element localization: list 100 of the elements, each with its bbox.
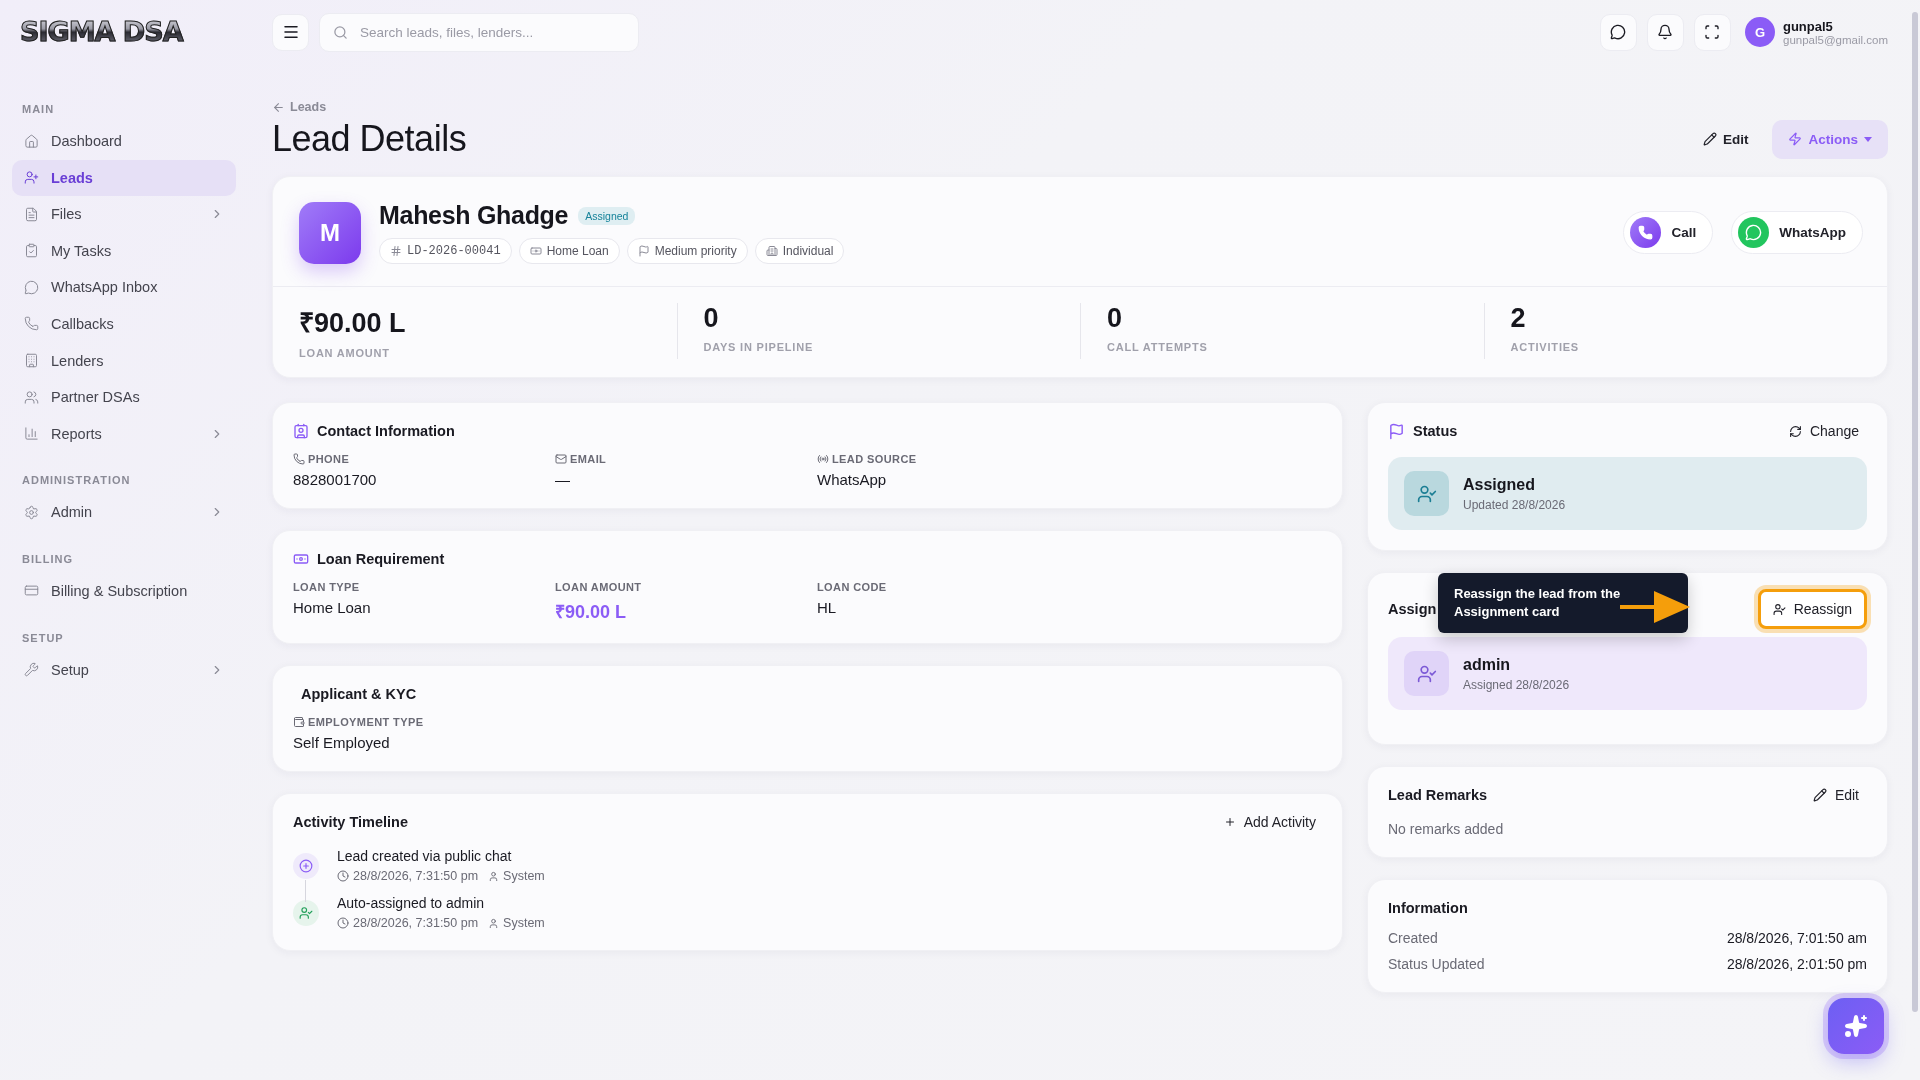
- section-title: MAIN: [21, 103, 56, 115]
- sidebar-item[interactable]: Reports: [12, 415, 236, 452]
- sidebar-item[interactable]: Dashboard: [12, 123, 236, 159]
- card-title: Assign: [1388, 601, 1437, 617]
- phone-icon: [293, 453, 305, 465]
- notifications-button[interactable]: [1647, 13, 1684, 51]
- sparkles-icon: [1844, 1014, 1868, 1038]
- card-title: Lead Remarks: [1388, 787, 1488, 803]
- field-label: LOAN AMOUNT: [555, 581, 642, 593]
- building-icon: [24, 353, 39, 369]
- lead-tag: Home Loan: [518, 238, 620, 264]
- user-check-icon: [1404, 651, 1449, 696]
- card-title: Contact Information: [317, 423, 455, 439]
- flag-icon: [637, 245, 650, 257]
- lead-tag: Individual: [754, 238, 845, 264]
- field-label: EMAIL: [570, 453, 607, 465]
- lead-tag: Medium priority: [626, 238, 748, 264]
- user-avatar: G: [1745, 17, 1775, 47]
- menu-button[interactable]: [272, 13, 309, 51]
- sidebar-item[interactable]: Billing & Subscription: [12, 572, 236, 609]
- card-title: Loan Requirement: [317, 551, 445, 567]
- bell-icon: [1657, 24, 1674, 40]
- activity-actor: System: [503, 916, 545, 930]
- arrow-left-icon: [272, 100, 285, 114]
- chat-icon: [1610, 24, 1627, 40]
- field-label: PHONE: [308, 453, 350, 465]
- call-button[interactable]: Call: [1623, 211, 1714, 254]
- user-name: gunpal5: [1783, 18, 1834, 34]
- stat-value: ₹90.00 L: [299, 307, 406, 340]
- stat-label: ACTIVITIES: [1510, 341, 1579, 353]
- clipboard-icon: [24, 243, 39, 259]
- sidebar-item[interactable]: Files: [12, 196, 236, 233]
- activity-time: 28/8/2026, 7:31:50 pm: [353, 916, 479, 930]
- sidebar-item[interactable]: Setup: [12, 651, 236, 688]
- sidebar-item[interactable]: Admin: [12, 494, 236, 531]
- assistant-button[interactable]: [1828, 998, 1884, 1054]
- user-icon: [488, 917, 500, 929]
- chat-button[interactable]: [1600, 13, 1637, 51]
- card-title: Activity Timeline: [293, 814, 408, 830]
- edit-button[interactable]: Edit: [1804, 783, 1867, 807]
- sidebar-item[interactable]: Partner DSAs: [12, 379, 236, 416]
- user-email: gunpal5@gmail.com: [1783, 33, 1888, 46]
- activity-actor: System: [503, 869, 545, 883]
- search-field[interactable]: Search leads, files, lenders...: [319, 12, 639, 52]
- info-label: Status Updated: [1388, 956, 1485, 972]
- info-value: 28/8/2026, 7:01:50 am: [1726, 930, 1867, 946]
- field-value: WhatsApp: [817, 471, 888, 488]
- home-icon: [24, 133, 39, 149]
- pencil-icon: [1703, 132, 1717, 146]
- assigned-date: Assigned 28/8/2026: [1463, 677, 1570, 692]
- info-value: 28/8/2026, 2:01:50 pm: [1726, 956, 1867, 972]
- clock-icon: [337, 870, 349, 882]
- field-value: Self Employed: [293, 734, 391, 751]
- section-title: BILLING: [21, 552, 74, 565]
- whatsapp-button[interactable]: WhatsApp: [1731, 211, 1863, 254]
- phone-icon: [1630, 217, 1662, 248]
- assignee-name: admin: [1463, 655, 1512, 674]
- user-check-icon: [1772, 602, 1786, 616]
- bar-chart-icon: [24, 426, 39, 442]
- fullscreen-button[interactable]: [1694, 13, 1731, 51]
- credit-card-icon: [24, 583, 39, 599]
- building-icon: [765, 245, 778, 257]
- contact-icon: [293, 423, 309, 439]
- sidebar-item[interactable]: My Tasks: [12, 232, 236, 269]
- field-value: —: [555, 471, 571, 488]
- clock-icon: [337, 917, 349, 929]
- flag-icon: [1388, 422, 1405, 440]
- remarks-text: No remarks added: [1388, 821, 1505, 837]
- add-activity-button[interactable]: Add Activity: [1217, 813, 1322, 831]
- mail-icon: [555, 453, 567, 465]
- lead-tag: LD-2026-00041: [379, 238, 512, 264]
- banknote-icon: [293, 551, 309, 567]
- edit-button[interactable]: Edit: [1689, 120, 1763, 158]
- card-title: Status: [1413, 423, 1458, 439]
- status-updated: Updated 28/8/2026: [1463, 497, 1566, 512]
- stat-label: LOAN AMOUNT: [299, 347, 390, 359]
- user-plus-icon: [24, 170, 39, 186]
- chat-icon: [24, 279, 39, 295]
- sidebar-item[interactable]: Callbacks: [12, 305, 236, 342]
- refresh-icon: [1788, 424, 1802, 438]
- sidebar-item[interactable]: Leads: [12, 159, 236, 196]
- field-value: 8828001700: [293, 471, 378, 488]
- field-label: LEAD SOURCE: [832, 453, 917, 465]
- card-title: Information: [1388, 900, 1468, 916]
- phone-icon: [24, 316, 39, 332]
- card-title: Applicant & KYC: [301, 686, 417, 702]
- stat-value: 2: [1510, 303, 1526, 334]
- reassign-button[interactable]: Reassign: [1757, 589, 1867, 629]
- lightning-icon: [1788, 132, 1803, 146]
- lead-avatar: M: [299, 201, 361, 264]
- activity-time: 28/8/2026, 7:31:50 pm: [353, 869, 479, 883]
- wrench-icon: [24, 662, 39, 678]
- settings-icon: [24, 504, 39, 520]
- stat-value: 0: [703, 303, 719, 334]
- banknote-icon: [529, 245, 542, 257]
- sidebar-item[interactable]: WhatsApp Inbox: [12, 269, 236, 306]
- section-title: SETUP: [21, 631, 65, 644]
- change-button[interactable]: Change: [1780, 419, 1867, 443]
- menu-icon: [281, 23, 300, 41]
- sidebar-item[interactable]: Lenders: [12, 342, 236, 379]
